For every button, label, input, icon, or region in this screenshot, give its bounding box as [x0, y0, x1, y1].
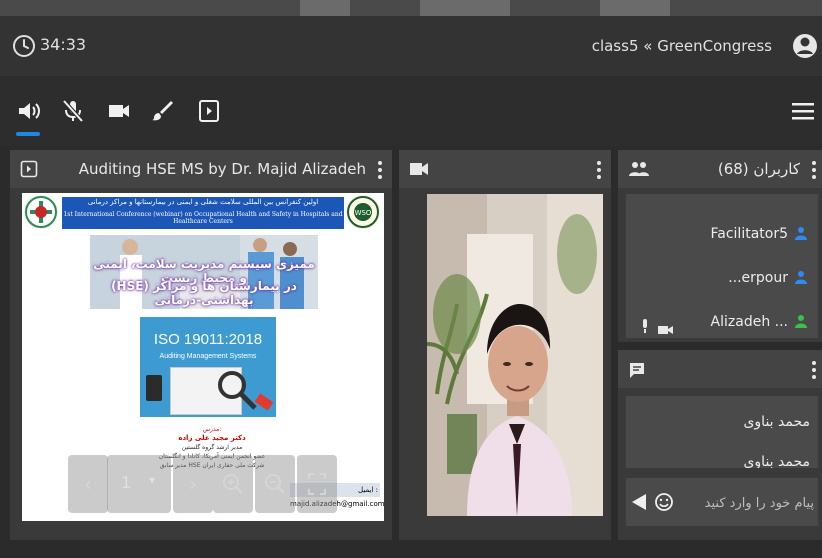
room-name: class5 « GreenCongress — [591, 37, 772, 55]
brush-icon[interactable] — [150, 98, 176, 124]
video-header — [399, 150, 611, 188]
user-icon — [794, 226, 808, 240]
camera-icon[interactable] — [106, 98, 132, 124]
lecturer-label: مدرس: — [202, 426, 222, 433]
emoji-icon[interactable] — [654, 492, 674, 512]
conference-logo — [24, 195, 58, 229]
presentation-icon[interactable] — [196, 98, 222, 124]
chat-message: محمد بناوی — [743, 454, 810, 468]
chat-message: محمد بناوی — [743, 414, 810, 430]
users-header: کاربران (68) — [618, 150, 822, 188]
users-title: کاربران (68) — [717, 160, 800, 178]
bottom-bar — [0, 542, 822, 558]
users-icon — [628, 161, 650, 177]
top-strip — [0, 0, 822, 16]
chevron-down-icon: ▾ — [149, 473, 156, 487]
user-icon — [794, 314, 808, 328]
society-logo: WSO — [346, 195, 380, 229]
zoom-in-button[interactable] — [213, 455, 253, 513]
slide-number-select[interactable]: 1 ▾ — [107, 455, 171, 513]
toolbar — [0, 76, 822, 146]
user-row[interactable]: ...erpour — [728, 270, 808, 286]
mic-icon — [640, 318, 650, 333]
presentation-panel: Auditing HSE MS by Dr. Majid Alizadeh او… — [10, 150, 392, 540]
user-list[interactable]: Facilitator5 ...erpour Alizadeh ... — [626, 194, 818, 338]
banner-title-line2: (HSE) در بیمارستان ها و مراکز بهداشتی-در… — [111, 279, 297, 307]
title-bar: 34:33 class5 « GreenCongress — [0, 16, 822, 76]
presentation-title: Auditing HSE MS by Dr. Majid Alizadeh — [78, 160, 366, 178]
mic-muted-icon[interactable] — [60, 98, 86, 124]
active-indicator — [16, 132, 40, 136]
kebab-menu-icon[interactable] — [376, 160, 384, 180]
previous-slide-button[interactable]: ‹ — [68, 455, 108, 513]
lecturer-name: دکتر مجید علی زاده — [178, 434, 246, 442]
svg-text:WSO: WSO — [355, 209, 372, 217]
camera-icon — [658, 320, 674, 334]
zoom-out-button[interactable] — [255, 455, 295, 513]
slide-banner: ممیزی سیستم مدیریت سلامت، ایمنی و محیط ز… — [90, 235, 318, 309]
kebab-menu-icon[interactable] — [810, 160, 818, 180]
chat-messages[interactable]: محمد بناوی محمد بناوی — [626, 396, 818, 468]
menu-icon[interactable] — [790, 100, 816, 122]
slide-header-en: 1st International Conference (webinar) o… — [63, 211, 343, 225]
slide-number: 1 — [121, 473, 132, 492]
next-slide-button[interactable]: › — [173, 455, 213, 513]
slide-header: اولین کنفرانس بین المللی سلامت شغلی و ای… — [62, 197, 344, 229]
clock-icon — [12, 34, 36, 58]
kebab-menu-icon[interactable] — [810, 360, 818, 380]
send-icon[interactable] — [630, 492, 648, 512]
user-name: Facilitator5 — [710, 226, 789, 242]
chat-icon — [628, 361, 646, 379]
kebab-menu-icon[interactable] — [595, 160, 603, 180]
user-row[interactable]: Facilitator5 — [711, 226, 809, 242]
chat-panel: محمد بناوی محمد بناوی — [618, 350, 822, 540]
scrolled-row-remnant — [698, 194, 788, 198]
presentation-header: Auditing HSE MS by Dr. Majid Alizadeh — [10, 150, 392, 188]
presentation-icon — [20, 160, 38, 178]
users-panel: کاربران (68) Facilitator5 ...erpour Aliz… — [618, 150, 822, 342]
camera-icon — [409, 161, 429, 177]
video-panel — [399, 150, 611, 540]
speaker-icon[interactable] — [16, 98, 42, 124]
webcam-feed — [427, 194, 603, 516]
fit-to-screen-button[interactable] — [297, 455, 337, 513]
lecturer-detail-1: مدیر ارشد گروه گلستین — [181, 444, 243, 451]
slide-header-fa: اولین کنفرانس بین المللی سلامت شغلی و ای… — [87, 198, 319, 206]
account-icon[interactable] — [792, 32, 818, 60]
user-name: Alizadeh ... — [710, 314, 788, 330]
user-row[interactable]: Alizadeh ... — [711, 314, 808, 330]
chat-header — [618, 350, 822, 388]
user-icon — [794, 270, 808, 284]
session-timer: 34:33 — [40, 35, 87, 54]
user-name: ...erpour — [728, 270, 788, 286]
iso-image: ISO 19011:2018 Auditing Management Syste… — [140, 317, 276, 417]
chat-message-input[interactable] — [682, 488, 816, 518]
chat-input-bar — [626, 478, 818, 526]
